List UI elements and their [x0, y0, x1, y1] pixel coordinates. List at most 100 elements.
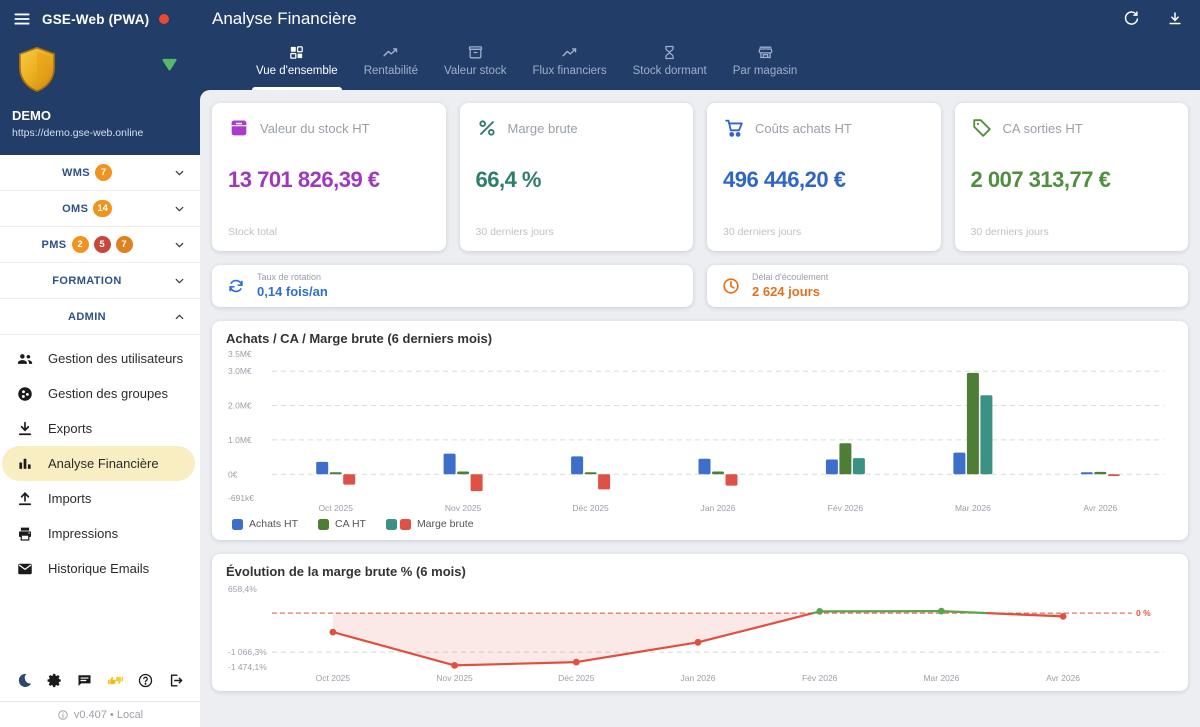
tab-flux-financiers[interactable]: Flux financiers: [519, 38, 619, 90]
wifi-status-icon: [161, 56, 178, 73]
tab-stock-dormant[interactable]: Stock dormant: [620, 38, 720, 90]
svg-text:Nov 2025: Nov 2025: [436, 673, 473, 683]
svg-text:Avr 2026: Avr 2026: [1083, 503, 1117, 513]
legend-item-marge-brute[interactable]: Marge brute: [386, 518, 474, 530]
tab-rentabilite[interactable]: Rentabilité: [351, 38, 431, 90]
content: Valeur du stock HT13 701 826,39 €Stock t…: [200, 90, 1200, 727]
archive-icon: [467, 44, 484, 61]
kpi-card-valeur-du-stock-ht: Valeur du stock HT13 701 826,39 €Stock t…: [212, 103, 446, 251]
download-icon[interactable]: [1166, 10, 1184, 28]
kpi-caption: 30 derniers jours: [971, 226, 1049, 238]
sidebar-item-impressions[interactable]: Impressions: [0, 516, 200, 551]
chevron-down-icon[interactable]: [173, 238, 186, 251]
mini-card-label: Taux de rotation: [257, 272, 328, 283]
sidebar-group-admin[interactable]: ADMIN: [0, 299, 200, 335]
tag-icon: [971, 117, 993, 139]
chevron-up-icon[interactable]: [173, 310, 186, 323]
svg-text:Jan 2026: Jan 2026: [681, 673, 716, 683]
group-label: WMS: [62, 167, 90, 179]
chat-icon[interactable]: [76, 672, 93, 689]
line-chart-title: Évolution de la marge brute % (6 mois): [226, 564, 1174, 579]
page-title: Analyse Financière: [212, 9, 357, 29]
legend-item-achats-ht[interactable]: Achats HT: [232, 518, 298, 530]
cart-icon: [723, 117, 745, 139]
bar-chart-legend: Achats HT CA HT Marge brute: [232, 518, 1174, 530]
legend-label: CA HT: [335, 518, 366, 530]
dashboard-icon: [288, 44, 305, 61]
kpi-value: 2 007 313,77 €: [971, 167, 1173, 193]
rotate-icon: [226, 276, 246, 296]
legend-item-ca-ht[interactable]: CA HT: [318, 518, 366, 530]
mini-card-value: 0,14 fois/an: [257, 284, 328, 300]
kpi-card-ca-sorties-ht: CA sorties HT2 007 313,77 €30 derniers j…: [955, 103, 1189, 251]
sidebar-group-pms[interactable]: PMS257: [0, 227, 200, 263]
tab-label: Flux financiers: [532, 65, 606, 77]
moon-icon[interactable]: [16, 672, 33, 689]
sidebar-group-formation[interactable]: FORMATION: [0, 263, 200, 299]
svg-text:3.0M€: 3.0M€: [228, 366, 252, 376]
line-chart-card: Évolution de la marge brute % (6 mois) 6…: [212, 554, 1188, 691]
group-label: PMS: [41, 239, 66, 251]
mini-row: Taux de rotation0,14 fois/anDélai d'écou…: [212, 265, 1188, 307]
sidebar-group-wms[interactable]: WMS7: [0, 155, 200, 191]
printer-icon: [16, 525, 34, 543]
percent-icon: [476, 117, 498, 139]
kpi-value: 13 701 826,39 €: [228, 167, 430, 193]
version-bar: v0.407 • Local: [0, 701, 200, 727]
gear-icon[interactable]: [46, 672, 63, 689]
hamburger-menu-icon[interactable]: [12, 9, 32, 29]
notification-badge: 14: [93, 200, 112, 217]
trend-icon: [382, 44, 399, 61]
store-icon: [757, 44, 774, 61]
tab-par-magasin[interactable]: Par magasin: [720, 38, 811, 90]
sidebar-item-gestion-des-utilisateurs[interactable]: Gestion des utilisateurs: [0, 341, 200, 376]
trend-icon: [561, 44, 578, 61]
tab-label: Par magasin: [733, 65, 798, 77]
sidebar-item-label: Historique Emails: [48, 561, 149, 576]
refresh-icon[interactable]: [1122, 10, 1140, 28]
feedback-icon[interactable]: [107, 672, 124, 689]
environment-name: DEMO: [12, 108, 51, 123]
sidebar: GSE-Web (PWA) DEMO https://demo.gse-web.…: [0, 0, 200, 727]
kpi-caption: 30 derniers jours: [476, 226, 554, 238]
sidebar-item-gestion-des-groupes[interactable]: Gestion des groupes: [0, 376, 200, 411]
bar-chart: 3.5M€3.0M€2.0M€1.0M€0€-691k€Oct 2025Nov …: [226, 348, 1174, 518]
sidebar-item-imports[interactable]: Imports: [0, 481, 200, 516]
chevron-down-icon[interactable]: [173, 202, 186, 215]
logout-icon[interactable]: [167, 672, 184, 689]
svg-text:Mar 2026: Mar 2026: [923, 673, 959, 683]
app-title: GSE-Web (PWA): [42, 12, 149, 27]
svg-text:Fév 2026: Fév 2026: [828, 503, 864, 513]
sidebar-group-oms[interactable]: OMS 14: [0, 191, 200, 227]
chevron-down-icon[interactable]: [173, 166, 186, 179]
groups-icon: [16, 385, 34, 403]
sidebar-item-historique-emails[interactable]: Historique Emails: [0, 551, 200, 586]
svg-text:2.0M€: 2.0M€: [228, 401, 252, 411]
sidebar-item-exports[interactable]: Exports: [0, 411, 200, 446]
tab-label: Stock dormant: [633, 65, 707, 77]
info-icon: [57, 709, 69, 721]
email-icon: [16, 560, 34, 578]
sidebar-nav: WMS7 OMS 14 PMS257FORMATIONADMIN: [0, 155, 200, 335]
tab-vue-d-ensemble[interactable]: Vue d'ensemble: [243, 38, 351, 90]
chevron-down-icon[interactable]: [173, 274, 186, 287]
svg-text:Jan 2026: Jan 2026: [701, 503, 736, 513]
tab-valeur-stock[interactable]: Valeur stock: [431, 38, 519, 90]
header: Analyse Financière Vue d'ensembleRentabi…: [200, 0, 1200, 90]
environment-url[interactable]: https://demo.gse-web.online: [12, 127, 143, 139]
main-area: Analyse Financière Vue d'ensembleRentabi…: [200, 0, 1200, 727]
kpi-title: Marge brute: [508, 121, 578, 136]
svg-text:Déc 2025: Déc 2025: [572, 503, 609, 513]
help-icon[interactable]: [137, 672, 154, 689]
svg-text:Avr 2026: Avr 2026: [1046, 673, 1080, 683]
kpi-card-couts-achats-ht: Coûts achats HT496 446,20 €30 derniers j…: [707, 103, 941, 251]
sidebar-item-analyse-financiere[interactable]: Analyse Financière: [2, 446, 195, 481]
kpi-title: Valeur du stock HT: [260, 121, 370, 136]
users-icon: [16, 350, 34, 368]
group-label: OMS: [62, 203, 88, 215]
sidebar-footer: [0, 659, 200, 701]
app-root: GSE-Web (PWA) DEMO https://demo.gse-web.…: [0, 0, 1200, 727]
notification-badge: 5: [94, 236, 111, 253]
export-icon: [16, 420, 34, 438]
svg-text:0€: 0€: [228, 469, 238, 479]
